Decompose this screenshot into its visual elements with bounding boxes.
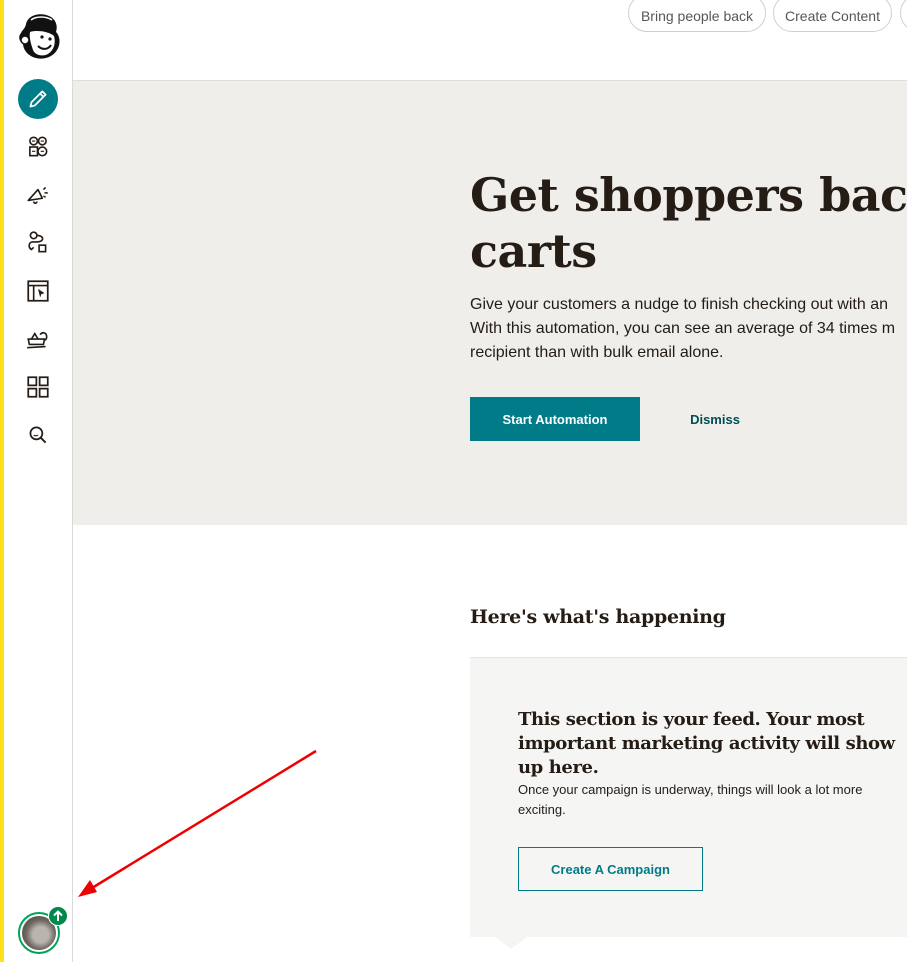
annotation-arrow-shaft (91, 749, 317, 890)
feed-card-notch (495, 937, 527, 949)
sidebar-item-search[interactable] (18, 415, 58, 455)
feed-empty-subtext: Once your campaign is underway, things w… (518, 782, 863, 817)
feed-empty-heading: This section is your feed. Your most imp… (518, 709, 895, 778)
promo-title: Get shoppers back to carts (470, 167, 907, 279)
search-icon (29, 426, 47, 444)
sidebar-item-integrations[interactable] (18, 367, 58, 407)
chip-create-content[interactable]: Create Content (773, 0, 892, 32)
feed-empty-card: This section is your feed. Your most imp… (470, 657, 907, 937)
promo-description: Give your customers a nudge to finish ch… (470, 293, 907, 365)
promo-description-line-2: With this automation, you can see an ave… (470, 320, 896, 337)
promo-description-line-3: recipient than with bulk email alone. (470, 344, 724, 361)
audience-icon (29, 136, 48, 157)
sidebar-nav (4, 0, 73, 962)
topbar: Bring people back Create Content (73, 0, 907, 81)
content-studio-icon (27, 331, 48, 349)
create-campaign-button[interactable]: Create A Campaign (518, 847, 703, 891)
annotation-arrow-head (78, 880, 97, 897)
grid-icon (27, 376, 49, 398)
feed-title: Here's what's happening (470, 606, 726, 628)
abandoned-cart-promo: Get shoppers back to carts Give your cus… (73, 81, 907, 525)
sidebar-item-create[interactable] (18, 79, 58, 119)
freddie-logo-icon (19, 14, 60, 59)
sidebar-item-content-studio[interactable] (18, 319, 58, 359)
sidebar-item-website[interactable] (18, 271, 58, 311)
sidebar-item-audience[interactable] (18, 127, 58, 167)
website-icon (27, 280, 49, 302)
pencil-icon (29, 90, 47, 108)
promo-title-line-2: carts (470, 224, 597, 278)
upgrade-arrow-icon (53, 910, 63, 921)
account-menu[interactable] (16, 906, 68, 956)
sidebar-item-automations[interactable] (18, 223, 58, 263)
start-automation-button[interactable]: Start Automation (470, 397, 640, 441)
dismiss-button[interactable]: Dismiss (670, 397, 760, 441)
chip-truncated[interactable] (900, 0, 907, 32)
mailchimp-logo[interactable] (16, 10, 62, 62)
promo-description-line-1: Give your customers a nudge to finish ch… (470, 296, 888, 313)
chip-bring-people-back[interactable]: Bring people back (628, 0, 766, 32)
sidebar-item-campaigns[interactable] (18, 175, 58, 215)
megaphone-icon (27, 186, 48, 204)
promo-title-line-1: Get shoppers back to (470, 168, 907, 222)
upgrade-badge[interactable] (48, 906, 68, 926)
automation-flow-icon (28, 231, 47, 253)
